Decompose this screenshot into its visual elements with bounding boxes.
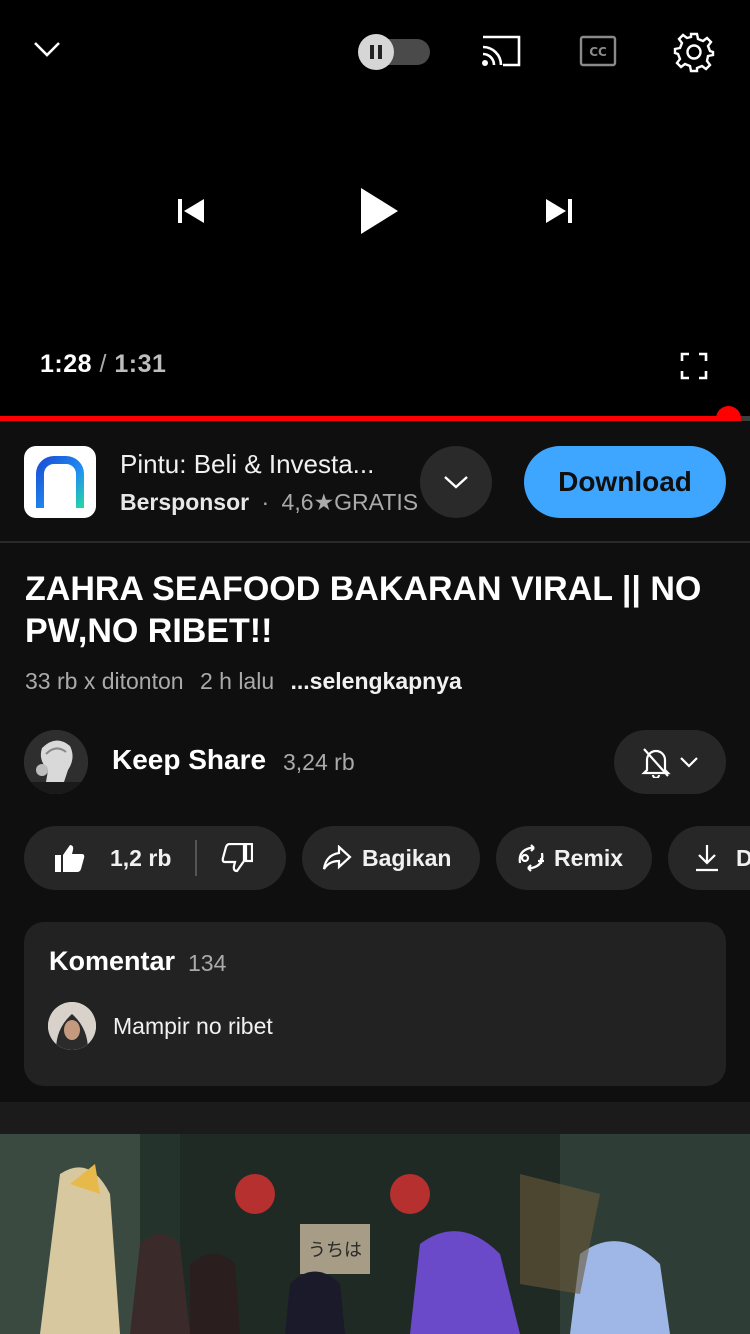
chevron-down-icon bbox=[680, 757, 698, 768]
play-icon[interactable] bbox=[348, 178, 410, 244]
remix-button[interactable]: Remix bbox=[496, 826, 652, 890]
like-dislike-group: 1,2 rb bbox=[24, 826, 286, 890]
svg-text:うちは: うちは bbox=[308, 1240, 362, 1261]
commenter-avatar bbox=[48, 1002, 96, 1050]
thumb-up-icon bbox=[55, 845, 85, 872]
fullscreen-icon[interactable] bbox=[674, 346, 714, 386]
cc-icon[interactable]: CC bbox=[574, 28, 622, 74]
chevron-down-icon bbox=[444, 476, 468, 489]
bell-off-icon bbox=[641, 748, 671, 778]
action-bar: 1,2 rb Bagikan Remix Download bbox=[0, 826, 750, 890]
duration: 1:31 bbox=[114, 350, 167, 378]
dislike-button[interactable] bbox=[221, 843, 254, 873]
sponsored-label: Bersponsor bbox=[120, 489, 250, 515]
pause-icon bbox=[358, 34, 394, 70]
ad-download-button[interactable]: Download bbox=[524, 446, 726, 518]
cast-icon[interactable] bbox=[476, 28, 526, 74]
channel-avatar[interactable] bbox=[24, 730, 88, 794]
upload-age: 2 h lalu bbox=[199, 668, 275, 694]
channel-name[interactable]: Keep Share bbox=[112, 744, 266, 776]
video-title[interactable]: ZAHRA SEAFOOD BAKARAN VIRAL || NO PW,NO … bbox=[25, 568, 730, 652]
time-separator: / bbox=[99, 350, 107, 378]
share-icon bbox=[322, 845, 352, 870]
download-button[interactable]: Download bbox=[668, 826, 750, 890]
download-icon bbox=[696, 845, 718, 872]
ad-expand-button[interactable] bbox=[420, 446, 492, 518]
svg-text:CC: CC bbox=[589, 45, 607, 59]
ad-price: GRATIS bbox=[334, 489, 419, 515]
chevron-down-icon[interactable] bbox=[22, 26, 72, 72]
time-display: 1:28 / 1:31 bbox=[40, 350, 166, 379]
next-video-thumbnail[interactable]: うちは bbox=[0, 1134, 750, 1334]
share-button[interactable]: Bagikan bbox=[302, 826, 480, 890]
view-count: 33 rb x ditonton bbox=[25, 668, 184, 694]
ad-banner[interactable]: Pintu: Beli & Investa... Bersponsor · 4,… bbox=[0, 421, 750, 543]
section-divider bbox=[0, 1102, 750, 1134]
ad-app-name[interactable]: Pintu: Beli & Investa... bbox=[120, 449, 374, 480]
ad-rating: 4,6 bbox=[281, 489, 314, 515]
skip-previous-icon[interactable] bbox=[168, 188, 214, 234]
skip-next-icon[interactable] bbox=[536, 188, 582, 234]
like-divider bbox=[195, 840, 198, 876]
video-meta[interactable]: 33 rb x ditonton 2 h lalu ...selengkapny… bbox=[25, 668, 472, 695]
like-count: 1,2 rb bbox=[110, 844, 172, 871]
remix-icon bbox=[518, 844, 544, 872]
remix-label: Remix bbox=[554, 844, 624, 871]
pintu-app-logo bbox=[24, 446, 96, 518]
top-comment-text: Mampir no ribet bbox=[113, 1013, 273, 1039]
comments-heading: Komentar bbox=[49, 946, 176, 976]
notification-bell-button[interactable] bbox=[614, 730, 726, 794]
autoplay-toggle[interactable] bbox=[358, 34, 430, 70]
star-icon: ★ bbox=[313, 489, 335, 515]
gear-icon[interactable] bbox=[668, 26, 720, 78]
thumb-down-icon bbox=[222, 843, 254, 873]
video-player[interactable]: CC 1:28 / 1:31 bbox=[0, 0, 750, 420]
show-more-link[interactable]: ...selengkapnya bbox=[291, 668, 462, 694]
like-button[interactable]: 1,2 rb bbox=[24, 843, 171, 873]
download-label: Download bbox=[736, 844, 750, 871]
ad-meta: Bersponsor · 4,6★GRATIS bbox=[120, 489, 418, 516]
meta-dot: · bbox=[261, 489, 270, 515]
comments-count: 134 bbox=[188, 950, 227, 976]
current-time: 1:28 bbox=[40, 350, 93, 378]
subscriber-count: 3,24 rb bbox=[283, 749, 355, 775]
share-label: Bagikan bbox=[362, 844, 452, 871]
comments-panel[interactable]: Komentar 134 Mampir no ribet bbox=[24, 922, 726, 1086]
